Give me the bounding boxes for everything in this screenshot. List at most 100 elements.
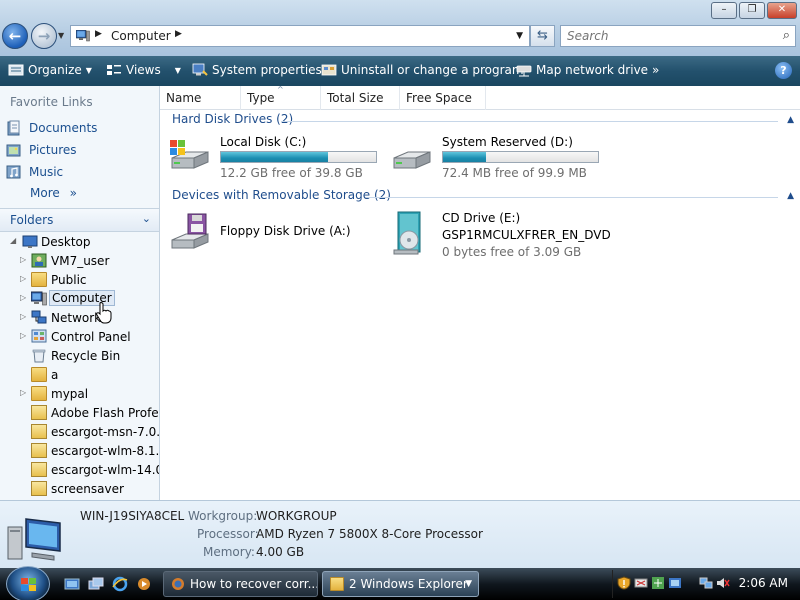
tree-item-mypal[interactable]: ▷ mypal: [0, 385, 159, 404]
tree-item-screensaver[interactable]: screensaver: [0, 480, 159, 499]
tray-app-icon[interactable]: [651, 576, 665, 590]
show-desktop-icon[interactable]: [64, 576, 80, 592]
more-favorites-link[interactable]: More »: [30, 186, 77, 200]
organize-label: Organize: [28, 63, 82, 77]
uninstall-label: Uninstall or change a program: [341, 63, 524, 77]
tree-item-public[interactable]: ▷ Public: [0, 271, 159, 290]
collapse-arrow-icon[interactable]: ◢: [10, 236, 16, 245]
breadcrumb-separator-icon[interactable]: ▶: [95, 29, 102, 39]
user-folder-icon: [31, 253, 47, 268]
media-player-icon[interactable]: [136, 576, 152, 592]
organize-button[interactable]: Organize ▼: [8, 63, 92, 79]
recent-pages-dropdown-icon[interactable]: ▼: [58, 31, 64, 40]
group-header-removable-storage[interactable]: Devices with Removable Storage (2): [172, 188, 391, 206]
security-alert-icon[interactable]: [617, 576, 631, 590]
internet-explorer-icon[interactable]: [112, 576, 128, 592]
tree-item-escargot-wlm-14[interactable]: escargot-wlm-14.0.8: [0, 461, 159, 480]
breadcrumb-computer[interactable]: Computer: [111, 29, 171, 43]
expand-arrow-icon[interactable]: ▷: [20, 274, 26, 283]
tree-item-label: a: [51, 368, 59, 382]
tree-item-recycle-bin[interactable]: Recycle Bin: [0, 347, 159, 366]
expand-arrow-icon[interactable]: ▷: [20, 312, 26, 321]
back-button[interactable]: ←: [2, 23, 28, 49]
map-network-drive-button[interactable]: Map network drive: [516, 63, 648, 79]
help-button[interactable]: ?: [775, 62, 792, 79]
drive-floppy-a[interactable]: Floppy Disk Drive (A:): [168, 210, 383, 256]
expand-arrow-icon[interactable]: ▷: [20, 388, 26, 397]
folder-icon: [31, 386, 47, 401]
tray-app-icon[interactable]: [634, 576, 648, 590]
tray-app-icon[interactable]: [668, 576, 682, 590]
taskbar-button-explorer-group[interactable]: 2 Windows Explorer ▼: [322, 571, 479, 597]
favorite-music[interactable]: Music: [6, 164, 63, 182]
tree-item-escargot-msn[interactable]: escargot-msn-7.0.08: [0, 423, 159, 442]
address-bar[interactable]: ▶ Computer ▶ ▼: [70, 25, 530, 47]
address-dropdown-icon[interactable]: ▼: [516, 31, 523, 41]
tree-item-desktop[interactable]: ◢ Desktop: [0, 233, 159, 252]
content-pane: Name Type ^ Total Size Free Space Hard D…: [160, 85, 800, 500]
forward-button[interactable]: →: [31, 23, 57, 49]
chevron-down-icon[interactable]: ⌄: [142, 212, 151, 225]
network-status-icon[interactable]: [699, 576, 713, 590]
expand-arrow-icon[interactable]: ▷: [20, 293, 26, 302]
tree-item-label: escargot-msn-7.0.08: [51, 425, 159, 439]
dvd-drive-icon: [393, 211, 421, 255]
close-button[interactable]: ✕: [767, 2, 797, 19]
expand-arrow-icon[interactable]: ▷: [20, 331, 26, 340]
uninstall-button[interactable]: Uninstall or change a program: [321, 63, 524, 79]
search-input[interactable]: [561, 26, 761, 46]
folders-header[interactable]: Folders ⌄: [0, 208, 159, 232]
column-header-total-size[interactable]: Total Size: [321, 86, 400, 110]
desktop-icon: [22, 235, 38, 248]
hard-drive-icon: [393, 151, 431, 169]
clock[interactable]: 2:06 AM: [739, 576, 788, 590]
title-bar: – ❐ ✕ ← → ▼ ▶ Computer ▶ ▼ ⇆ ⌕: [0, 0, 800, 56]
tree-item-computer[interactable]: ▷ Computer: [0, 290, 159, 309]
volume-muted-icon[interactable]: [716, 576, 730, 590]
refresh-button[interactable]: ⇆: [530, 25, 555, 47]
chevron-down-icon: ▼: [174, 66, 181, 75]
tree-item-a[interactable]: a: [0, 366, 159, 385]
drive-cd-e[interactable]: CD Drive (E:) GSP1RMCULXFRER_EN_DVD 0 by…: [390, 210, 620, 259]
system-properties-button[interactable]: System properties: [192, 63, 322, 79]
workgroup-value: WORKGROUP: [256, 509, 337, 523]
tree-item-control-panel[interactable]: ▷ Control Panel: [0, 328, 159, 347]
group-header-hard-disks[interactable]: Hard Disk Drives (2): [172, 112, 293, 130]
system-properties-icon: [192, 63, 208, 76]
windows-hard-drive-icon: [170, 140, 209, 169]
search-icon[interactable]: ⌕: [783, 28, 790, 43]
tree-item-network[interactable]: ▷ Network: [0, 309, 159, 328]
network-drive-icon: [516, 65, 532, 77]
search-box[interactable]: ⌕: [560, 25, 796, 47]
minimize-button[interactable]: –: [711, 2, 737, 19]
collapse-group-icon[interactable]: ▲: [787, 115, 794, 125]
tree-item-escargot-wlm-8[interactable]: escargot-wlm-8.1.03: [0, 442, 159, 461]
collapse-group-icon[interactable]: ▲: [787, 191, 794, 201]
views-button[interactable]: Views ▼: [106, 63, 181, 79]
switch-windows-icon[interactable]: [88, 576, 104, 592]
column-header-name[interactable]: Name: [160, 86, 241, 110]
drive-local-disk-c[interactable]: Local Disk (C:) 12.2 GB free of 39.8 GB: [168, 134, 383, 180]
tree-item-adobe-flash[interactable]: Adobe Flash Profess: [0, 404, 159, 423]
favorite-documents[interactable]: Documents: [6, 120, 97, 138]
taskbar-button-firefox[interactable]: How to recover corr...: [163, 571, 318, 597]
views-icon: [107, 65, 121, 75]
views-label: Views: [126, 63, 161, 77]
memory-value: 4.00 GB: [256, 545, 305, 559]
column-header-type[interactable]: Type ^: [241, 85, 321, 110]
zip-file-icon: [31, 443, 47, 458]
tree-item-vm7-user[interactable]: ▷ VM7_user: [0, 252, 159, 271]
tree-item-label: mypal: [51, 387, 89, 401]
drive-name: Local Disk (C:): [220, 135, 307, 149]
column-header-free-space[interactable]: Free Space: [400, 86, 486, 110]
maximize-button[interactable]: ❐: [739, 2, 765, 19]
drive-system-reserved-d[interactable]: System Reserved (D:) 72.4 MB free of 99.…: [390, 134, 605, 180]
toolbar-overflow-button[interactable]: »: [652, 63, 659, 79]
expand-arrow-icon[interactable]: ▷: [20, 255, 26, 264]
favorite-pictures[interactable]: Pictures: [6, 142, 77, 160]
chevron-down-icon: ▼: [465, 579, 472, 589]
workgroup-label: Workgroup:: [188, 509, 258, 523]
chevron-down-icon: ▼: [85, 66, 92, 75]
breadcrumb-separator-icon[interactable]: ▶: [175, 29, 182, 39]
start-button[interactable]: [6, 566, 50, 600]
